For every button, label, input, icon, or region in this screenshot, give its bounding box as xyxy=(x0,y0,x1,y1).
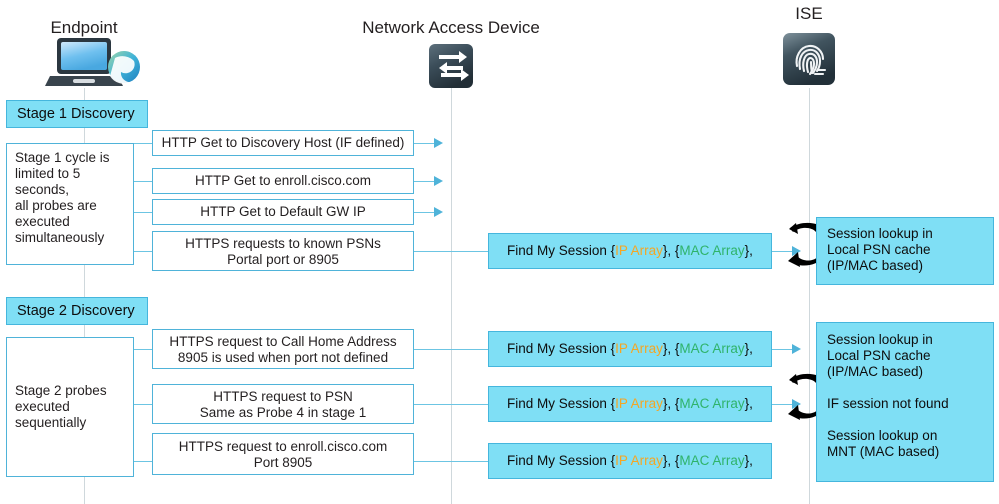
arrow-head-probe-1 xyxy=(434,138,443,148)
ise-box-stage-1: Session lookup in Local PSN cache (IP/MA… xyxy=(816,217,994,285)
mac-array-token: MAC Array xyxy=(679,396,745,411)
fingerprint-icon xyxy=(782,32,836,86)
column-title-ise: ISE xyxy=(795,4,823,23)
connector-note2-to-probe-3 xyxy=(134,461,152,463)
session-suffix: }, xyxy=(744,341,753,356)
probe-text: Same as Probe 4 in stage 1 xyxy=(199,405,367,420)
stage-2-probe-1: HTTPS request to Call Home Address 8905 … xyxy=(152,329,414,369)
ise-box-line: MNT (MAC based) xyxy=(827,444,940,459)
probe-text: HTTP Get to enroll.cisco.com xyxy=(194,173,372,188)
ip-array-token: IP Array xyxy=(615,341,663,356)
connector-s2-probe-1-out xyxy=(414,349,488,351)
connector-probe-4-to-session xyxy=(414,251,488,253)
lifeline-nad xyxy=(451,88,452,504)
probe-text: HTTPS request to Call Home Address xyxy=(169,334,397,349)
connector-note-to-probe-2 xyxy=(134,181,152,183)
connector-s2-probe-3-out xyxy=(414,461,488,463)
ise-box-line: Session lookup in xyxy=(827,332,933,347)
stage-2-probe-3: HTTPS request to enroll.cisco.com Port 8… xyxy=(152,433,414,475)
stage-1-probe-4: HTTPS requests to known PSNs Portal port… xyxy=(152,231,414,271)
ise-box-line: Local PSN cache xyxy=(827,348,931,363)
probe-text: HTTPS requests to known PSNs xyxy=(185,236,381,251)
ise-box-line: Local PSN cache xyxy=(827,242,931,257)
session-message-stage-2-b: Find My Session {IP Array}, {MAC Array}, xyxy=(488,386,772,422)
session-message-stage-2-a: Find My Session {IP Array}, {MAC Array}, xyxy=(488,331,772,367)
network-switch-icon xyxy=(428,43,474,89)
probe-text: HTTP Get to Default GW IP xyxy=(200,204,366,219)
connector-note2-to-probe-1 xyxy=(134,349,152,351)
ip-array-token: IP Array xyxy=(615,396,663,411)
ise-box-line: (IP/MAC based) xyxy=(827,258,924,273)
laptop-globe-icon xyxy=(45,36,145,90)
stage-2-note: Stage 2 probes executed sequentially xyxy=(6,337,134,477)
stage-1-label: Stage 1 Discovery xyxy=(6,100,148,128)
stage-1-note-line: all probes are xyxy=(15,198,97,213)
session-message-text: Find My Session {IP Array}, {MAC Array}, xyxy=(507,453,753,469)
session-middle: }, { xyxy=(662,341,680,356)
ise-box-line: Session lookup in xyxy=(827,226,933,241)
session-message-text: Find My Session {IP Array}, {MAC Array}, xyxy=(507,341,753,357)
ip-array-token: IP Array xyxy=(615,453,663,468)
arrow-head-probe-3 xyxy=(434,207,443,217)
column-title-nad: Network Access Device xyxy=(362,18,540,37)
ise-box-stage-2: Session lookup in Local PSN cache (IP/MA… xyxy=(816,322,994,482)
ise-box-spacer xyxy=(827,412,993,428)
stage-1-note-line: simultaneously xyxy=(15,230,105,245)
stage-1-note: Stage 1 cycle is limited to 5 seconds, a… xyxy=(6,143,134,265)
stage-1-note-line: Stage 1 cycle is xyxy=(15,150,110,165)
probe-text: HTTP Get to Discovery Host (IF defined) xyxy=(161,135,405,150)
session-suffix: }, xyxy=(744,243,753,258)
stage-2-note-line: executed xyxy=(15,399,70,414)
column-title-endpoint: Endpoint xyxy=(50,18,118,37)
probe-text: Portal port or 8905 xyxy=(227,252,339,267)
session-suffix: }, xyxy=(744,396,753,411)
arrow-head-probe-2 xyxy=(434,176,443,186)
connector-probe-1-out xyxy=(414,143,436,145)
session-message-text: Find My Session {IP Array}, {MAC Array}, xyxy=(507,396,753,412)
session-message-text: Find My Session {IP Array}, {MAC Array}, xyxy=(507,243,753,259)
connector-s2-probe-2-out xyxy=(414,404,488,406)
stage-1-probe-2: HTTP Get to enroll.cisco.com xyxy=(152,168,414,194)
ip-array-token: IP Array xyxy=(615,243,663,258)
mac-array-token: MAC Array xyxy=(679,243,745,258)
arrow-head-session-2a xyxy=(792,344,801,354)
ise-box-line: Session lookup on xyxy=(827,428,938,443)
connector-note-to-probe-1 xyxy=(134,143,152,145)
session-prefix: Find My Session { xyxy=(507,396,616,411)
session-suffix: }, xyxy=(744,453,753,468)
stage-1-probe-3: HTTP Get to Default GW IP xyxy=(152,199,414,225)
mac-array-token: MAC Array xyxy=(679,341,745,356)
connector-note-to-probe-3 xyxy=(134,212,152,214)
session-prefix: Find My Session { xyxy=(507,243,616,258)
lifeline-ise xyxy=(809,88,810,504)
session-prefix: Find My Session { xyxy=(507,453,616,468)
probe-text: HTTPS request to PSN xyxy=(213,389,353,404)
connector-note-to-probe-4 xyxy=(134,251,152,253)
stage-2-label: Stage 2 Discovery xyxy=(6,297,148,325)
stage-2-probe-2: HTTPS request to PSN Same as Probe 4 in … xyxy=(152,384,414,424)
connector-probe-3-out xyxy=(414,212,436,214)
session-middle: }, { xyxy=(662,243,680,258)
probe-text: HTTPS request to enroll.cisco.com xyxy=(178,439,388,454)
probe-text: 8905 is used when port not defined xyxy=(177,350,389,365)
connector-note2-to-probe-2 xyxy=(134,404,152,406)
ise-box-line: IF session not found xyxy=(827,396,949,411)
session-middle: }, { xyxy=(662,453,680,468)
stage-1-note-line: limited to 5 xyxy=(15,166,81,181)
stage-1-probe-1: HTTP Get to Discovery Host (IF defined) xyxy=(152,130,414,156)
stage-2-note-line: Stage 2 probes xyxy=(15,383,107,398)
session-prefix: Find My Session { xyxy=(507,341,616,356)
probe-text: Port 8905 xyxy=(253,455,313,470)
stage-2-note-line: sequentially xyxy=(15,415,87,430)
session-message-stage-2-c: Find My Session {IP Array}, {MAC Array}, xyxy=(488,443,772,479)
session-message-stage-1: Find My Session {IP Array}, {MAC Array}, xyxy=(488,233,772,269)
ise-box-spacer xyxy=(827,380,993,396)
connector-session-2a-out xyxy=(772,349,794,351)
session-middle: }, { xyxy=(662,396,680,411)
stage-1-note-line: executed xyxy=(15,214,70,229)
mac-array-token: MAC Array xyxy=(679,453,745,468)
ise-box-line: (IP/MAC based) xyxy=(827,364,924,379)
connector-probe-2-out xyxy=(414,181,436,183)
stage-1-note-line: seconds, xyxy=(15,182,70,197)
